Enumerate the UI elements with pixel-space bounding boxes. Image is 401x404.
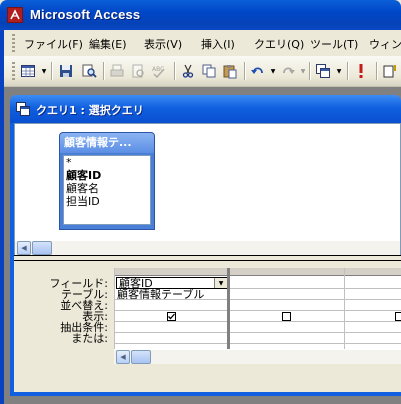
menu-insert[interactable]: 挿入(I) [201,36,235,52]
grid-cell-table[interactable] [230,289,344,300]
print-icon[interactable] [107,61,127,81]
column-selector[interactable] [230,268,344,276]
grid-cell-show[interactable] [345,311,401,322]
column-selector[interactable] [115,268,229,276]
view-icon[interactable] [18,61,38,81]
search-file-icon[interactable] [79,61,99,81]
menu-grip[interactable] [12,34,15,52]
cut-icon[interactable] [178,61,198,81]
print-preview-icon[interactable] [128,61,148,81]
field-list-item-customer-id[interactable]: 顧客ID [64,169,150,182]
show-checkbox[interactable] [395,312,401,321]
app-title: Microsoft Access [30,7,141,22]
table-pane-hscrollbar[interactable]: ◀ [15,240,400,255]
access-app-icon[interactable] [7,7,23,23]
query-type-dropdown-arrow-icon[interactable]: ▼ [335,61,343,81]
grid-cell-table[interactable]: 顧客情報テーブル [115,289,229,300]
grid-cell-sort[interactable] [345,300,401,311]
chevron-down-icon[interactable]: ▼ [214,278,227,288]
redo-dropdown-arrow-icon[interactable]: ▼ [299,61,307,81]
grid-cell-criteria[interactable] [115,322,229,333]
field-list-box: * 顧客ID 顧客名 担当ID [63,155,151,225]
scroll-left-icon[interactable]: ◀ [116,350,130,364]
redo-icon[interactable] [278,61,298,81]
field-list-item-customer-name[interactable]: 顧客名 [64,182,150,195]
svg-text:ABC: ABC [152,66,164,73]
field-list-title[interactable]: 顧客情報テ... [60,133,154,153]
grid-row-labels: フィールド: テーブル: 並べ替え: 表示: 抽出条件: または: [14,278,112,344]
grid-cell-or[interactable] [230,333,344,344]
pane-splitter[interactable] [14,255,401,261]
query-window-title: クエリ1 : 選択クエリ [36,104,144,117]
toolbar-separator [103,62,105,80]
show-table-icon[interactable] [380,61,400,81]
design-grid-pane: フィールド: テーブル: 並べ替え: 表示: 抽出条件: または: 顧客ID ▼… [14,262,401,392]
toolbar-separator [174,62,176,80]
toolbar-separator [244,62,246,80]
table-pane: 顧客情報テ... * 顧客ID 顧客名 担当ID ◀ [14,123,401,255]
menu-edit[interactable]: 編集(E) [89,36,127,52]
menu-view[interactable]: 表示(V) [144,36,182,52]
show-checkbox[interactable] [167,312,176,321]
grid-cell-show[interactable] [230,311,344,322]
query-type-icon[interactable] [313,61,333,81]
paste-icon[interactable] [220,61,240,81]
grid-hscrollbar[interactable]: ◀ [114,349,401,364]
grid-cell-field[interactable] [230,278,344,289]
grid-cell-sort[interactable] [230,300,344,311]
grid-cell-or[interactable] [345,333,401,344]
grid-cell-criteria[interactable] [345,322,401,333]
show-checkbox[interactable] [282,312,291,321]
save-icon[interactable] [56,61,76,81]
field-list-item-all[interactable]: * [64,156,150,169]
toolbar-separator [347,62,349,80]
menu-bar: ファイル(F) 編集(E) 表示(V) 挿入(I) クエリ(Q) ツール(T) … [4,30,401,56]
field-list-window[interactable]: 顧客情報テ... * 顧客ID 顧客名 担当ID [59,132,155,230]
toolbar-separator [376,62,378,80]
query-window-icon[interactable] [16,102,30,116]
column-selector[interactable] [345,268,401,276]
query-design-window: クエリ1 : 選択クエリ 顧客情報テ... * 顧客ID 顧客名 担当ID ◀ [10,95,401,396]
field-select[interactable]: 顧客ID ▼ [116,277,228,289]
scroll-thumb[interactable] [131,350,151,364]
toolbar-separator [51,62,53,80]
menu-query[interactable]: クエリ(Q) [254,36,304,52]
row-label-or: または: [71,332,108,345]
view-dropdown-arrow-icon[interactable]: ▼ [40,61,48,81]
field-list-item-staff-id[interactable]: 担当ID [64,195,150,208]
toolbar-grip[interactable] [12,62,15,82]
grid-cell-sort[interactable] [115,300,229,311]
field-select-value: 顧客ID [119,277,153,290]
scroll-left-icon[interactable]: ◀ [17,241,31,255]
query-window-body: 顧客情報テ... * 顧客ID 顧客名 担当ID ◀ フィールド: テーブル: … [14,123,401,392]
menu-file[interactable]: ファイル(F) [24,36,83,52]
grid-cell-criteria[interactable] [230,322,344,333]
grid-cell-or[interactable] [115,333,229,344]
undo-icon[interactable] [248,61,268,81]
toolbar: ▼ ABC ▼ ▼ ▼ [4,56,401,87]
grid-cell-show[interactable] [115,311,229,322]
app-title-bar: Microsoft Access [0,0,401,30]
toolbar-separator [309,62,311,80]
grid-cell-field[interactable] [345,278,401,289]
grid-cell-table[interactable] [345,289,401,300]
undo-dropdown-arrow-icon[interactable]: ▼ [269,61,277,81]
query-window-title-bar[interactable]: クエリ1 : 選択クエリ [10,95,401,123]
menu-tools[interactable]: ツール(T) [310,36,358,52]
run-icon[interactable] [351,61,371,81]
menu-window[interactable]: ウィンド [369,36,401,52]
copy-icon[interactable] [199,61,219,81]
spelling-icon[interactable]: ABC [149,61,169,81]
scroll-thumb[interactable] [32,241,52,255]
